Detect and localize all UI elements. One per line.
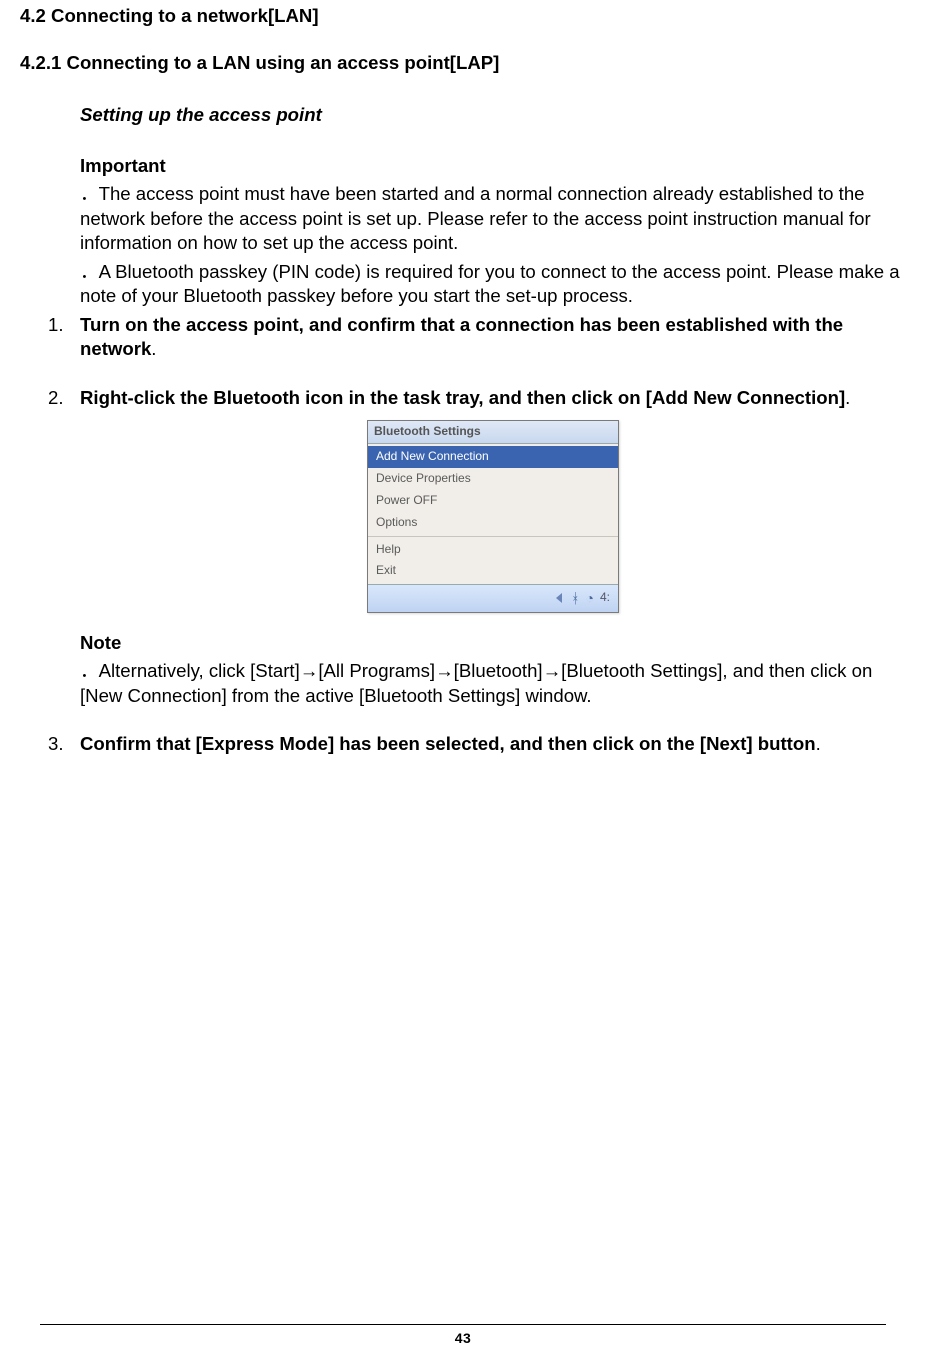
menu-item-help[interactable]: Help	[368, 539, 618, 561]
context-menu: Bluetooth Settings Add New Connection De…	[367, 420, 619, 612]
step-1-tail: .	[151, 338, 156, 359]
page-number: 43	[0, 1329, 926, 1347]
tray-expand-icon[interactable]	[556, 593, 562, 603]
note-text: ．Alternatively, click [Start]→[All Progr…	[80, 659, 906, 708]
heading-setting-up: Setting up the access point	[80, 103, 906, 128]
task-tray: ᚼ ◔ 4:	[368, 584, 618, 611]
important-bullet-2: ．A Bluetooth passkey (PIN code) is requi…	[80, 260, 906, 309]
important-bullet-1: ．The access point must have been started…	[80, 182, 906, 256]
important-label: Important	[80, 154, 906, 179]
step-3-tail: .	[816, 733, 821, 754]
menu-item-options[interactable]: Options	[368, 512, 618, 534]
context-menu-figure: Bluetooth Settings Add New Connection De…	[80, 420, 906, 612]
bluetooth-tray-icon[interactable]: ᚼ	[571, 589, 579, 607]
step-1-number: 1.	[48, 313, 64, 338]
tray-clock: 4:	[600, 590, 610, 606]
context-menu-title: Bluetooth Settings	[368, 421, 618, 444]
heading-4-2-1: 4.2.1 Connecting to a LAN using an acces…	[20, 51, 906, 76]
step-3-number: 3.	[48, 732, 64, 757]
heading-4-2: 4.2 Connecting to a network[LAN]	[20, 4, 906, 29]
menu-separator	[368, 536, 618, 537]
step-3: 3. Confirm that [Express Mode] has been …	[20, 732, 906, 757]
tray-status-icon[interactable]: ◔	[586, 589, 594, 607]
step-2: 2. Right-click the Bluetooth icon in the…	[20, 386, 906, 708]
important-block: Important ．The access point must have be…	[80, 154, 906, 309]
context-menu-body: Add New Connection Device Properties Pow…	[368, 444, 618, 584]
step-1-text: Turn on the access point, and confirm th…	[80, 314, 843, 360]
footer-rule	[40, 1324, 886, 1325]
step-1: 1. Turn on the access point, and confirm…	[20, 313, 906, 362]
steps-list: 1. Turn on the access point, and confirm…	[20, 313, 906, 757]
page: 4.2 Connecting to a network[LAN] 4.2.1 C…	[0, 0, 926, 1371]
note-label: Note	[80, 631, 906, 656]
step-2-number: 2.	[48, 386, 64, 411]
tray-clock-text: 4:	[600, 590, 610, 606]
step-2-text: Right-click the Bluetooth icon in the ta…	[80, 387, 845, 408]
menu-item-power-off[interactable]: Power OFF	[368, 490, 618, 512]
note-block: Note ．Alternatively, click [Start]→[All …	[80, 631, 906, 709]
step-3-text: Confirm that [Express Mode] has been sel…	[80, 733, 816, 754]
menu-item-exit[interactable]: Exit	[368, 560, 618, 582]
menu-item-add-new-connection[interactable]: Add New Connection	[368, 446, 618, 468]
step-2-tail: .	[845, 387, 850, 408]
menu-item-device-properties[interactable]: Device Properties	[368, 468, 618, 490]
